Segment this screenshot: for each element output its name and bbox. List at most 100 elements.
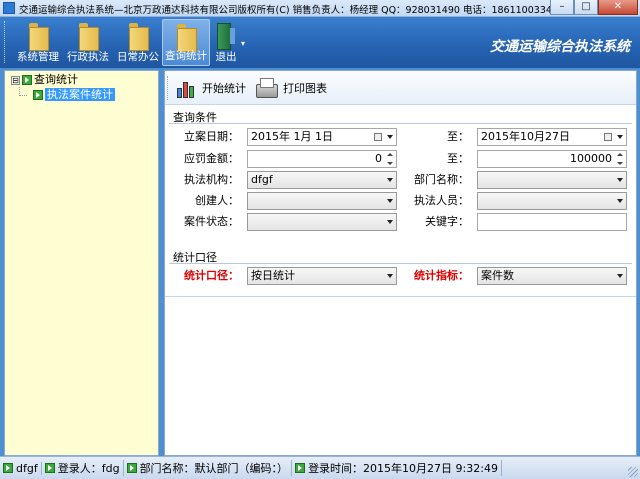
status-unit: dfgf [3, 461, 42, 475]
toolbar-button-label: 日常办公 [117, 51, 159, 63]
printer-icon [253, 77, 279, 99]
chevron-down-icon [617, 274, 623, 278]
toolbar-system-management-button[interactable]: 系统管理 [14, 19, 62, 66]
chart-result-area [165, 296, 636, 455]
folder-icon [175, 22, 197, 52]
collapse-icon[interactable]: ⊟ [11, 75, 20, 85]
calendar-icon [604, 133, 612, 141]
statistics-basis-label: 统计口径： [184, 269, 239, 282]
fine-amount-from-value: 0 [375, 152, 382, 165]
status-login-time: 登录时间：2015年10月27日 9:32:49 [295, 460, 502, 476]
fine-amount-to-label: 至： [447, 152, 469, 165]
toolbar-overflow-chevron-icon[interactable]: ▾ [241, 39, 245, 48]
toolbar-grip [4, 21, 7, 63]
enforcement-agency-select[interactable]: dfgf [247, 171, 397, 189]
print-chart-button[interactable]: 打印图表 [253, 75, 327, 101]
start-statistics-label: 开始统计 [202, 82, 246, 95]
case-status-label: 案件状态： [184, 215, 239, 228]
tree-node-enforcement-case-statistics[interactable]: 执法案件统计 [33, 88, 115, 102]
filing-date-from-picker[interactable]: 2015年 1月 1日 [247, 128, 397, 146]
chevron-down-icon [617, 199, 623, 203]
minimize-button[interactable]: – [550, 0, 574, 15]
filing-date-from-value: 2015年 1月 1日 [251, 130, 333, 143]
spinner-arrows-icon[interactable] [386, 152, 395, 166]
filing-date-to-value: 2015年10月27日 [481, 130, 570, 143]
filing-date-to-picker[interactable]: 2015年10月27日 [477, 128, 627, 146]
green-arrow-node-icon [44, 463, 55, 473]
resize-grip-icon[interactable] [628, 467, 638, 477]
navigation-tree: ⊟ 查询统计 执法案件统计 [4, 70, 159, 456]
folder-icon [77, 21, 99, 51]
keyword-label: 关键字： [425, 215, 469, 228]
status-login-time-text: 登录时间：2015年10月27日 9:32:49 [308, 462, 498, 475]
bar-chart-icon [175, 76, 199, 100]
fine-amount-from-stepper[interactable]: 0 [247, 150, 397, 168]
enforcement-agency-label: 执法机构： [184, 173, 239, 186]
status-user: 登录人：fdg [44, 460, 124, 476]
calendar-icon [374, 133, 382, 141]
tree-node-query-statistics[interactable]: ⊟ 查询统计 [11, 73, 78, 87]
app-icon [3, 2, 15, 14]
chevron-down-icon [617, 135, 623, 139]
print-chart-label: 打印图表 [283, 82, 327, 95]
main-toolbar: 系统管理 行政执法 日常办公 查询统计 退出 ▾ 交通运输综合执法系统 [0, 17, 640, 68]
enforcement-officer-select[interactable] [477, 192, 627, 210]
creator-select[interactable] [247, 192, 397, 210]
green-arrow-node-icon [126, 463, 137, 473]
spinner-arrows-icon[interactable] [616, 152, 625, 166]
toolbar-query-statistics-button[interactable]: 查询统计 [162, 19, 210, 66]
department-name-label: 部门名称： [414, 173, 469, 186]
window-title: 交通运输综合执法系统—北京万政通达科技有限公司版权所有(C) 销售负责人：杨经理… [19, 5, 558, 16]
tree-node-label: 查询统计 [34, 73, 78, 86]
exit-door-icon [215, 22, 237, 50]
tree-node-label: 执法案件统计 [45, 88, 115, 101]
fine-amount-to-stepper[interactable]: 100000 [477, 150, 627, 168]
filing-date-to-label: 至： [447, 130, 469, 143]
case-status-select[interactable] [247, 213, 397, 231]
statistics-panel: 开始统计 打印图表 查询条件 立案日期： 2015年 1月 1日 至： 2015… [164, 70, 637, 456]
toolbar-administrative-enforcement-button[interactable]: 行政执法 [64, 19, 112, 66]
title-bar: 交通运输综合执法系统—北京万政通达科技有限公司版权所有(C) 销售负责人：杨经理… [0, 0, 640, 17]
toolbar-grip [167, 76, 168, 100]
enforcement-officer-label: 执法人员： [414, 194, 469, 207]
fine-amount-label: 应罚金额： [184, 152, 239, 165]
statistics-basis-select[interactable]: 按日统计 [247, 267, 397, 285]
chevron-down-icon [387, 199, 393, 203]
creator-label: 创建人： [195, 194, 239, 207]
chevron-down-icon [387, 274, 393, 278]
green-arrow-node-icon [22, 75, 32, 85]
chevron-down-icon [387, 220, 393, 224]
action-toolbar: 开始统计 打印图表 [165, 71, 636, 105]
window-controls: – □ ✕ [550, 0, 638, 16]
divider [169, 123, 632, 124]
statistics-metric-label: 统计指标： [414, 269, 469, 282]
toolbar-button-label: 行政执法 [67, 51, 109, 63]
toolbar-exit-button[interactable]: 退出 [212, 19, 240, 66]
keyword-input[interactable] [477, 213, 627, 231]
chevron-down-icon [387, 178, 393, 182]
status-department-text: 部门名称：默认部门（编码：） [139, 462, 289, 475]
enforcement-agency-value: dfgf [251, 173, 273, 186]
brand-title: 交通运输综合执法系统 [490, 39, 630, 55]
start-statistics-button[interactable]: 开始统计 [175, 75, 246, 101]
folder-icon [27, 21, 49, 51]
folder-icon [127, 21, 149, 51]
status-bar: dfgf 登录人：fdg 部门名称：默认部门（编码：） 登录时间：2015年10… [0, 456, 640, 479]
fine-amount-to-value: 100000 [570, 152, 612, 165]
green-arrow-node-icon [295, 463, 306, 473]
status-user-text: 登录人：fdg [57, 462, 120, 475]
maximize-button[interactable]: □ [574, 0, 598, 15]
close-button[interactable]: ✕ [598, 0, 638, 15]
green-arrow-node-icon [33, 90, 43, 100]
toolbar-daily-office-button[interactable]: 日常办公 [114, 19, 162, 66]
chevron-down-icon [617, 178, 623, 182]
statistics-metric-select[interactable]: 案件数 [477, 267, 627, 285]
chevron-down-icon [387, 135, 393, 139]
status-unit-text: dfgf [16, 461, 38, 475]
filing-date-label: 立案日期： [184, 130, 239, 143]
status-department: 部门名称：默认部门（编码：） [126, 460, 293, 476]
department-name-select[interactable] [477, 171, 627, 189]
statistics-metric-value: 案件数 [481, 269, 514, 282]
divider [169, 263, 632, 264]
toolbar-button-label: 查询统计 [165, 50, 207, 62]
